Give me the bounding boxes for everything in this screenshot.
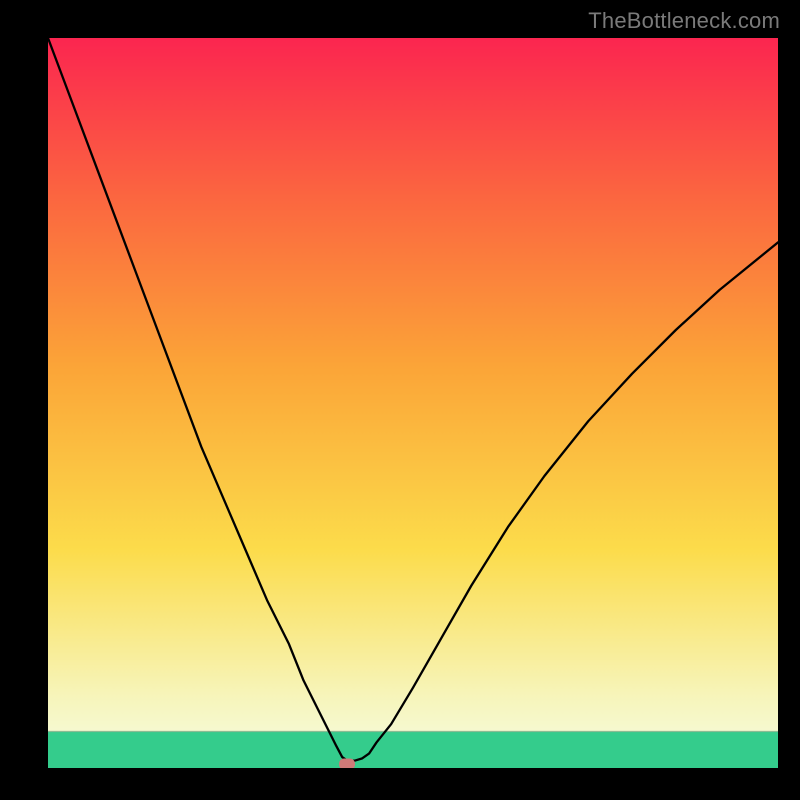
watermark-text: TheBottleneck.com xyxy=(588,8,780,34)
curve-layer xyxy=(48,38,778,768)
plot-area xyxy=(48,38,778,768)
bottleneck-curve xyxy=(48,38,778,761)
chart-frame: TheBottleneck.com xyxy=(0,0,800,800)
optimum-marker xyxy=(339,759,355,768)
